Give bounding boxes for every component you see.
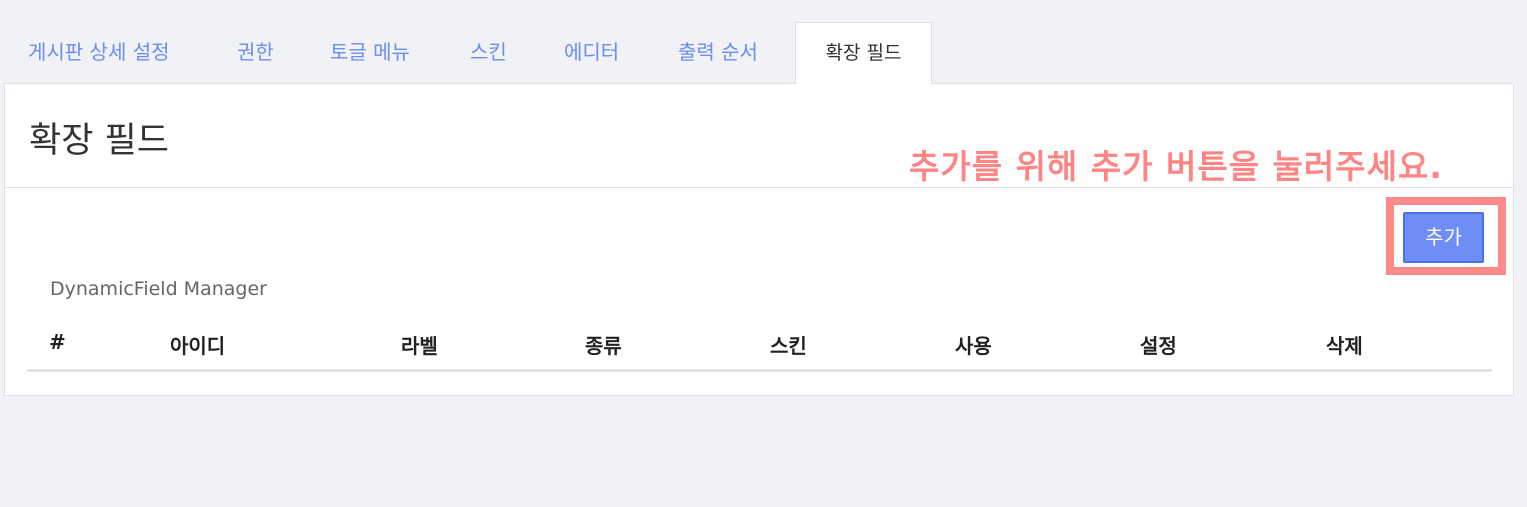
tab-toggle-menu[interactable]: 토글 메뉴 xyxy=(330,22,410,84)
column-header-skin: 스킨 xyxy=(770,334,807,358)
dynamicfield-manager-caption: DynamicField Manager xyxy=(50,278,267,300)
column-header-use: 사용 xyxy=(955,334,992,358)
column-header-number: # xyxy=(49,330,66,354)
extended-fields-panel: 확장 필드 추가를 위해 추가 버튼을 눌러주세요. 추가 DynamicFie… xyxy=(4,84,1514,396)
instruction-annotation: 추가를 위해 추가 버튼을 눌러주세요. xyxy=(909,147,1443,186)
column-header-type: 종류 xyxy=(585,334,622,358)
tab-output-order[interactable]: 출력 순서 xyxy=(678,22,758,84)
column-header-label: 라벨 xyxy=(401,334,438,358)
fields-table-header: # 아이디 라벨 종류 스킨 사용 설정 삭제 xyxy=(27,322,1492,372)
tab-permissions[interactable]: 권한 xyxy=(237,22,274,84)
column-header-settings: 설정 xyxy=(1140,334,1177,358)
column-header-delete: 삭제 xyxy=(1326,334,1363,358)
tab-editor[interactable]: 에디터 xyxy=(564,22,619,84)
column-header-id: 아이디 xyxy=(170,334,226,358)
page-title: 확장 필드 xyxy=(29,121,169,161)
tab-extended-fields[interactable]: 확장 필드 xyxy=(795,22,932,85)
tab-board-detail-settings[interactable]: 게시판 상세 설정 xyxy=(28,22,170,84)
tab-skin[interactable]: 스킨 xyxy=(470,22,507,84)
panel-divider xyxy=(5,187,1513,188)
add-button[interactable]: 추가 xyxy=(1403,212,1484,263)
tab-bar: 게시판 상세 설정 권한 토글 메뉴 스킨 에디터 출력 순서 확장 필드 xyxy=(4,22,1513,85)
